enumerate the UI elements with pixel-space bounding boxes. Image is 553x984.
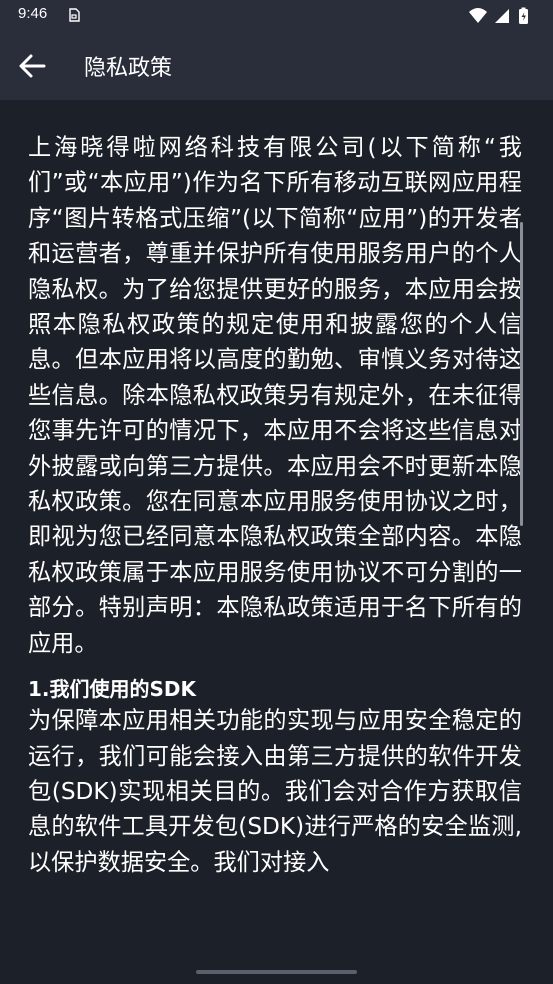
policy-intro-paragraph: 上海晓得啦网络科技有限公司(以下简称“我们”或“本应用”)作为名下所有移动互联网… bbox=[28, 134, 522, 657]
sim-card-icon bbox=[69, 8, 80, 22]
app-bar: 隐私政策 bbox=[0, 32, 553, 100]
battery-icon bbox=[519, 7, 528, 24]
status-icons bbox=[469, 7, 528, 24]
gesture-handle[interactable] bbox=[196, 970, 357, 974]
scrollbar-thumb[interactable] bbox=[520, 222, 523, 526]
section-heading-sdk: 1.我们使用的SDK bbox=[28, 677, 197, 702]
arrow-left-icon bbox=[19, 54, 46, 78]
page-title: 隐私政策 bbox=[84, 56, 173, 81]
status-bar: 9:46 bbox=[0, 0, 553, 32]
navigation-bar bbox=[0, 958, 553, 984]
privacy-policy-content[interactable]: 上海晓得啦网络科技有限公司(以下简称“我们”或“本应用”)作为名下所有移动互联网… bbox=[0, 100, 553, 958]
back-button[interactable] bbox=[12, 46, 52, 86]
wifi-icon bbox=[469, 8, 487, 23]
policy-text-container: 上海晓得啦网络科技有限公司(以下简称“我们”或“本应用”)作为名下所有移动互联网… bbox=[28, 130, 522, 880]
section-body-sdk: 为保障本应用相关功能的实现与应用安全稳定的运行，我们可能会接入由第三方提供的软件… bbox=[28, 707, 522, 876]
status-time: 9:46 bbox=[18, 5, 48, 22]
signal-icon bbox=[495, 9, 509, 23]
